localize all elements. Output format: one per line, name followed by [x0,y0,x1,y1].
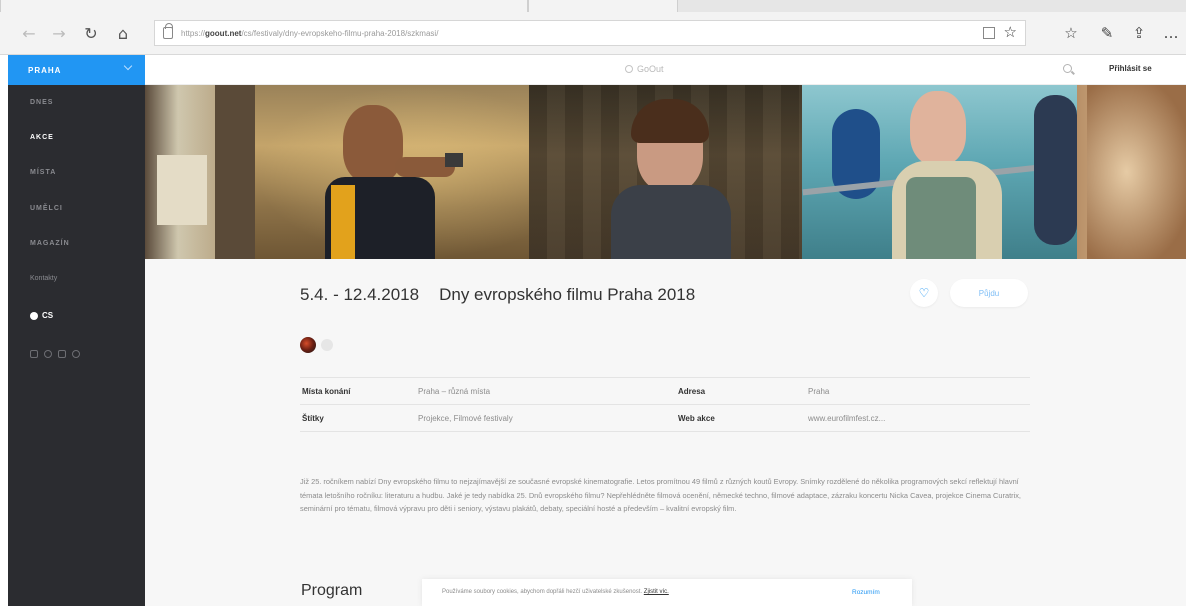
social-links [30,350,80,358]
pen-icon[interactable]: ✎ [1096,20,1118,46]
table-row: Místa konání Praha – různá místa Adresa … [300,378,1030,405]
event-description: Již 25. ročníkem nabízí Dny evropského f… [300,477,1021,513]
sidebar-item-mista[interactable]: MÍSTA [30,169,56,176]
tab-strip [0,0,1186,12]
site-logo[interactable]: GoOut [625,64,664,74]
cookie-text-wrap: Používáme soubory cookies, abychom dopřá… [442,589,669,595]
facebook-icon[interactable] [30,350,38,358]
program-heading: Program [301,582,363,599]
address-label: Adresa [678,387,706,396]
back-icon[interactable]: ← [18,22,40,44]
event-title: Dny evropského filmu Praha 2018 [439,285,696,304]
sidebar-item-magazin[interactable]: MAGAZÍN [30,240,70,247]
event-header: 5.4. - 12.4.2018 Dny evropského filmu Pr… [300,285,695,305]
banner-still-1 [145,85,255,259]
language-label: CS [42,311,54,320]
address-value: Praha [808,387,830,396]
url-text: https://goout.net/cs/festivaly/dny-evrop… [181,28,439,38]
logo-icon [625,65,633,73]
sidebar-item-akce[interactable]: AKCE [30,134,54,141]
refresh-icon[interactable]: ↻ [80,22,102,44]
spotify-icon[interactable] [72,350,80,358]
address-bar[interactable]: https://goout.net/cs/festivaly/dny-evrop… [154,20,1026,46]
tags-label: Štítky [302,414,324,423]
heart-icon: ♡ [918,286,930,300]
banner-still-3 [529,85,802,259]
favorites-icon[interactable]: ☆ [1060,20,1082,46]
browser-tab[interactable] [528,0,678,12]
sidebar-item-umelci[interactable]: UMĚLCI [30,205,63,212]
star-icon[interactable]: ☆ [1004,23,1017,41]
like-button[interactable]: ♡ [910,279,938,307]
chevron-down-icon [123,61,133,71]
browser-chrome: ← → ↻ ⌂ https://goout.net/cs/festivaly/d… [0,0,1186,55]
sidebar-item-dnes[interactable]: DNES [30,99,53,106]
share-icon[interactable]: ⇪ [1128,20,1150,46]
event-banner [145,85,1186,259]
browser-tab[interactable] [0,0,528,12]
cookie-more-link[interactable]: Zjistit víc. [644,589,669,595]
reader-icon[interactable] [983,27,995,39]
venue-label: Místa konání [302,387,351,396]
cookie-text: Používáme soubory cookies, abychom dopřá… [442,589,643,595]
city-selector[interactable]: PRAHA [8,55,145,85]
globe-icon [30,311,38,320]
table-row: Štítky Projekce, Filmové festivaly Web a… [300,405,1030,432]
lock-icon [163,23,173,39]
web-link[interactable]: www.eurofilmfest.cz... [808,414,885,423]
login-link[interactable]: Přihlásit se [1109,64,1152,73]
venue-value[interactable]: Praha – různá místa [418,387,490,396]
language-switch[interactable]: CS [30,311,53,320]
city-label: PRAHA [28,65,62,75]
event-info-table: Místa konání Praha – různá místa Adresa … [300,377,1030,432]
home-icon[interactable]: ⌂ [112,22,134,44]
cookie-banner: Používáme soubory cookies, abychom dopřá… [422,579,912,606]
event-date: 5.4. - 12.4.2018 [300,285,420,304]
site-topbar: GoOut Přihlásit se [145,55,1186,85]
tags-value[interactable]: Projekce, Filmové festivaly [418,414,513,423]
go-button[interactable]: Půjdu [950,279,1028,307]
instagram-icon[interactable] [44,350,52,358]
search-icon[interactable] [1063,64,1072,73]
avatar-placeholder [321,339,333,351]
more-icon[interactable]: … [1160,20,1182,46]
avatar[interactable] [300,337,316,353]
vimeo-icon[interactable] [58,350,66,358]
banner-still-5 [1077,85,1186,259]
banner-still-4 [802,85,1077,259]
banner-still-2 [255,85,529,259]
logo-text: GoOut [637,64,664,74]
sidebar: PRAHA DNES AKCE MÍSTA UMĚLCI MAGAZÍN Kon… [8,55,145,606]
sidebar-item-kontakty[interactable]: Kontakty [30,275,57,282]
forward-icon[interactable]: → [48,22,70,44]
web-label: Web akce [678,414,715,423]
cookie-accept-button[interactable]: Rozumím [852,589,880,596]
event-detail: 5.4. - 12.4.2018 Dny evropského filmu Pr… [145,259,1186,606]
